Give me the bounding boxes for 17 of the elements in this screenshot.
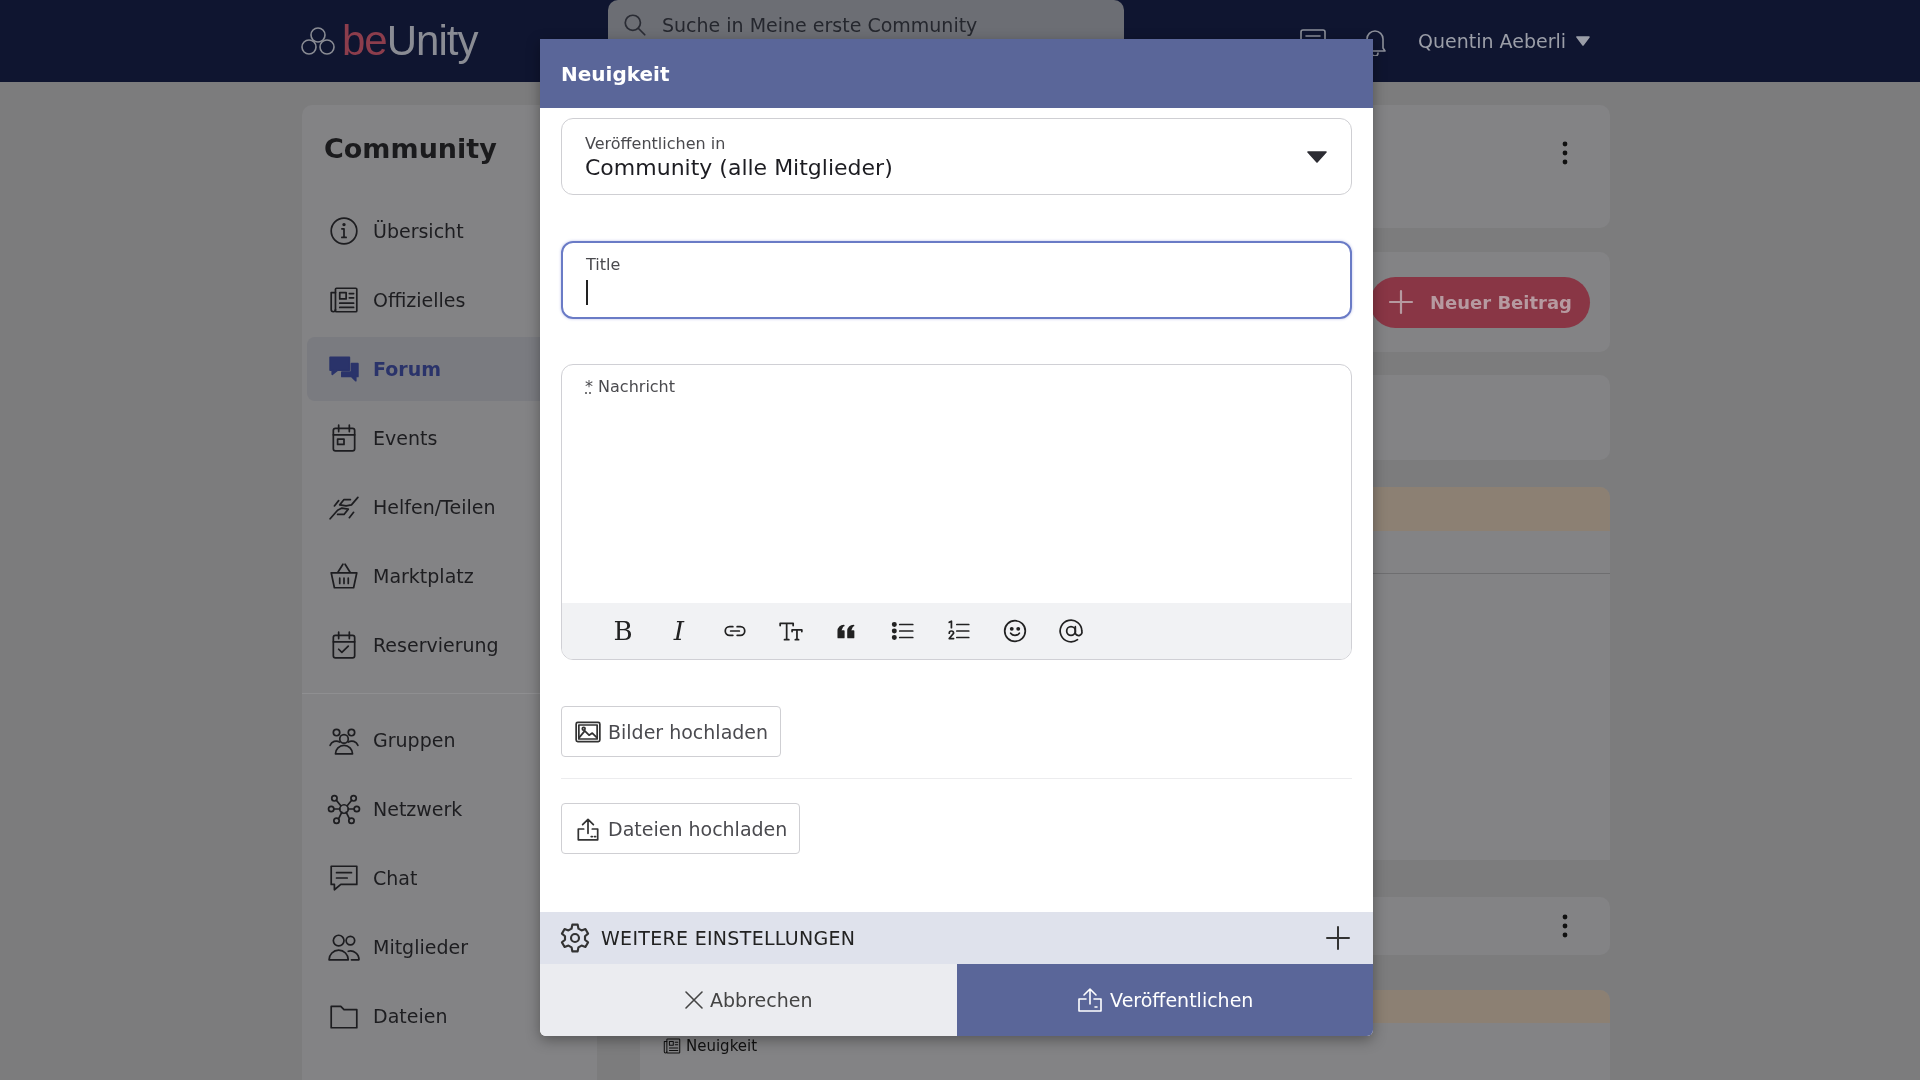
cancel-button[interactable]: Abbrechen xyxy=(540,964,957,1036)
publish-in-dropdown[interactable]: Veröffentlichen in Community (alle Mitglieder) xyxy=(561,118,1352,195)
field-label: Title xyxy=(586,255,622,274)
settings-section-header[interactable]: WEITERE EINSTELLUNGEN xyxy=(540,912,1373,964)
bold-button[interactable]: B xyxy=(607,616,639,646)
post-type-label: Neuigkeit xyxy=(686,1037,758,1055)
upload-button[interactable]: Bilder hochladen xyxy=(561,706,782,757)
user-menu[interactable]: Quentin Aeberli xyxy=(1418,30,1566,52)
dropdown-value: Community (alle Mitglieder) xyxy=(585,154,894,180)
dialog-title: Neuigkeit xyxy=(561,61,670,86)
field-label: Veröffentlichen in xyxy=(585,133,727,153)
title-field[interactable]: Title xyxy=(561,241,1352,319)
upload-button[interactable]: Dateien hochladen xyxy=(561,803,801,854)
italic-button[interactable]: I xyxy=(663,616,695,646)
logo-text: beUnity xyxy=(342,17,478,65)
publish-button[interactable]: Veröffentlichen xyxy=(956,964,1373,1036)
message-editor[interactable]: * Nachricht B I xyxy=(561,364,1352,660)
